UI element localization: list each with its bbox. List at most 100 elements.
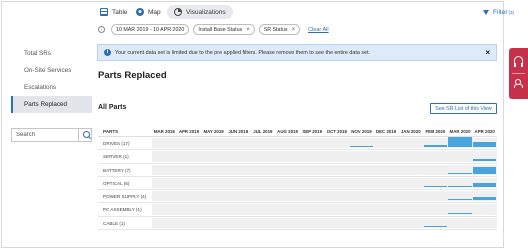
section-title: All Parts [98,104,127,111]
close-icon[interactable]: × [485,48,490,57]
month-label: APR 2020 [474,129,495,134]
sidebar-item-parts-replaced[interactable]: Parts Replaced [11,96,92,113]
visualizations-view-label: Visualizations [186,8,226,16]
month-label: MAR 2020 [449,129,471,134]
info-icon[interactable]: i [98,26,105,33]
alert-message: Your current data set is limited due to … [115,49,371,56]
visualizations-icon [174,8,182,16]
month-label: DEC 2019 [375,129,397,134]
part-label: DRIVES (17) [103,141,130,146]
month-label: FEB 2020 [425,129,446,134]
chip-label: SR Status [263,26,288,33]
info-alert: i Your current data set is limited due t… [97,44,497,61]
support-panel [509,48,528,99]
search-box [11,128,92,142]
bar[interactable] [472,159,497,161]
table-icon [100,8,108,16]
clear-all-link[interactable]: Clear All [308,27,328,33]
search-icon[interactable] [78,129,91,141]
chip-label: 10 MAR 2019 - 10 APR 2020 [116,26,185,33]
see-sr-list-button[interactable]: See SR List of this View [430,103,497,114]
part-label: CABLE (1) [103,220,125,226]
chart-row[interactable]: BATTERY (7) [98,164,497,177]
bar-track [152,164,497,175]
bar[interactable] [423,225,448,228]
bar-track [152,151,497,162]
bar[interactable] [472,182,497,188]
part-label: OPTICAL (6) [103,180,130,186]
sidebar-item-label: On-Site Services [24,67,72,74]
map-view-button[interactable]: Map [136,5,161,19]
remove-chip-icon[interactable]: × [292,27,296,33]
bar-track [152,204,497,215]
sidebar-item-escalations[interactable]: Escalations [11,79,92,96]
active-filters: i 10 MAR 2019 - 10 APR 2020 Install Base… [98,24,329,35]
part-label: SERVER (1) [103,154,129,160]
sidebar-item-total-srs[interactable]: Total SRs [11,45,92,62]
sidebar-item-label: Escalations [24,84,57,91]
filter-label: Filter [493,8,508,16]
bar[interactable] [472,141,497,148]
bar-track [152,177,497,189]
chart-row[interactable]: OPTICAL (6) [98,177,497,191]
table-view-button[interactable]: Table [100,5,128,19]
filter-chip-sr-status: SR Status × [258,24,301,35]
people-icon[interactable] [514,79,523,88]
sidebar-item-label: Total SRs [24,50,51,57]
map-view-label: Map [148,8,161,16]
chart-row[interactable]: CABLE (1) [98,217,497,231]
month-label: MAR 2019 [153,129,175,134]
remove-chip-icon[interactable]: × [246,27,250,33]
page-title: Parts Replaced [98,70,167,81]
bar-track [152,191,497,202]
month-label: MAY 2019 [203,129,224,134]
month-label: AUG 2019 [277,129,298,134]
sidebar-item-on-site-services[interactable]: On-Site Services [11,62,92,79]
search-input[interactable] [12,129,78,141]
bar-track [152,217,497,229]
chart-row[interactable]: POWER SUPPLY (4) [98,190,497,204]
bar[interactable] [349,146,374,148]
chart-header: PARTS MAR 2019 APR 2019 MAY 2019 JUN 2019 JU… [98,126,497,137]
part-label: POWER SUPPLY (4) [103,194,147,200]
info-icon: i [104,49,111,56]
filter-count: (3) [508,9,515,15]
table-view-label: Table [112,8,128,16]
headset-icon[interactable] [514,56,523,67]
filter-button[interactable]: Filter (3) [483,5,514,19]
bar[interactable] [472,197,497,201]
bar[interactable] [448,199,472,201]
month-label: JUN 2019 [228,129,249,134]
bar[interactable] [423,186,448,188]
month-label: NOV 2019 [351,129,372,134]
bar[interactable] [448,172,472,174]
month-label: JAN 2020 [400,129,421,134]
bar[interactable] [448,186,472,188]
chart-row[interactable]: DRIVES (17) [98,137,497,151]
chart-row[interactable]: SERVER (1) [98,150,497,164]
sidebar-nav: Total SRs On-Site Services Escalations P… [11,45,92,113]
row-header-label: PARTS [103,129,119,134]
bar[interactable] [448,137,472,148]
chart-row[interactable]: PC ASSEMBLY (1) [98,203,497,217]
chip-label: Install Base Status [198,26,243,33]
part-label: PC ASSEMBLY (1) [103,207,142,213]
top-toolbar: Table Map Visualizations Filter (3) [98,5,528,19]
parts-replaced-chart: PARTS MAR 2019 APR 2019 MAY 2019 JUN 2019 JU… [98,126,497,231]
month-label: OCT 2019 [326,129,347,134]
filter-chip-install-base-status: Install Base Status × [193,24,255,35]
month-label: SEP 2019 [302,129,323,134]
bar-track [152,137,497,149]
sidebar-item-label: Parts Replaced [24,101,68,108]
visualizations-view-button[interactable]: Visualizations [167,5,233,19]
map-icon [136,8,144,16]
month-label: APR 2019 [178,129,200,134]
bar[interactable] [423,145,448,148]
bar[interactable] [448,212,472,214]
part-label: BATTERY (7) [103,167,131,173]
bar[interactable] [472,167,497,174]
month-label: JUL 2019 [253,129,273,134]
filter-chip-date: 10 MAR 2019 - 10 APR 2020 [111,24,190,35]
divider [512,73,525,74]
funnel-icon [483,9,490,15]
